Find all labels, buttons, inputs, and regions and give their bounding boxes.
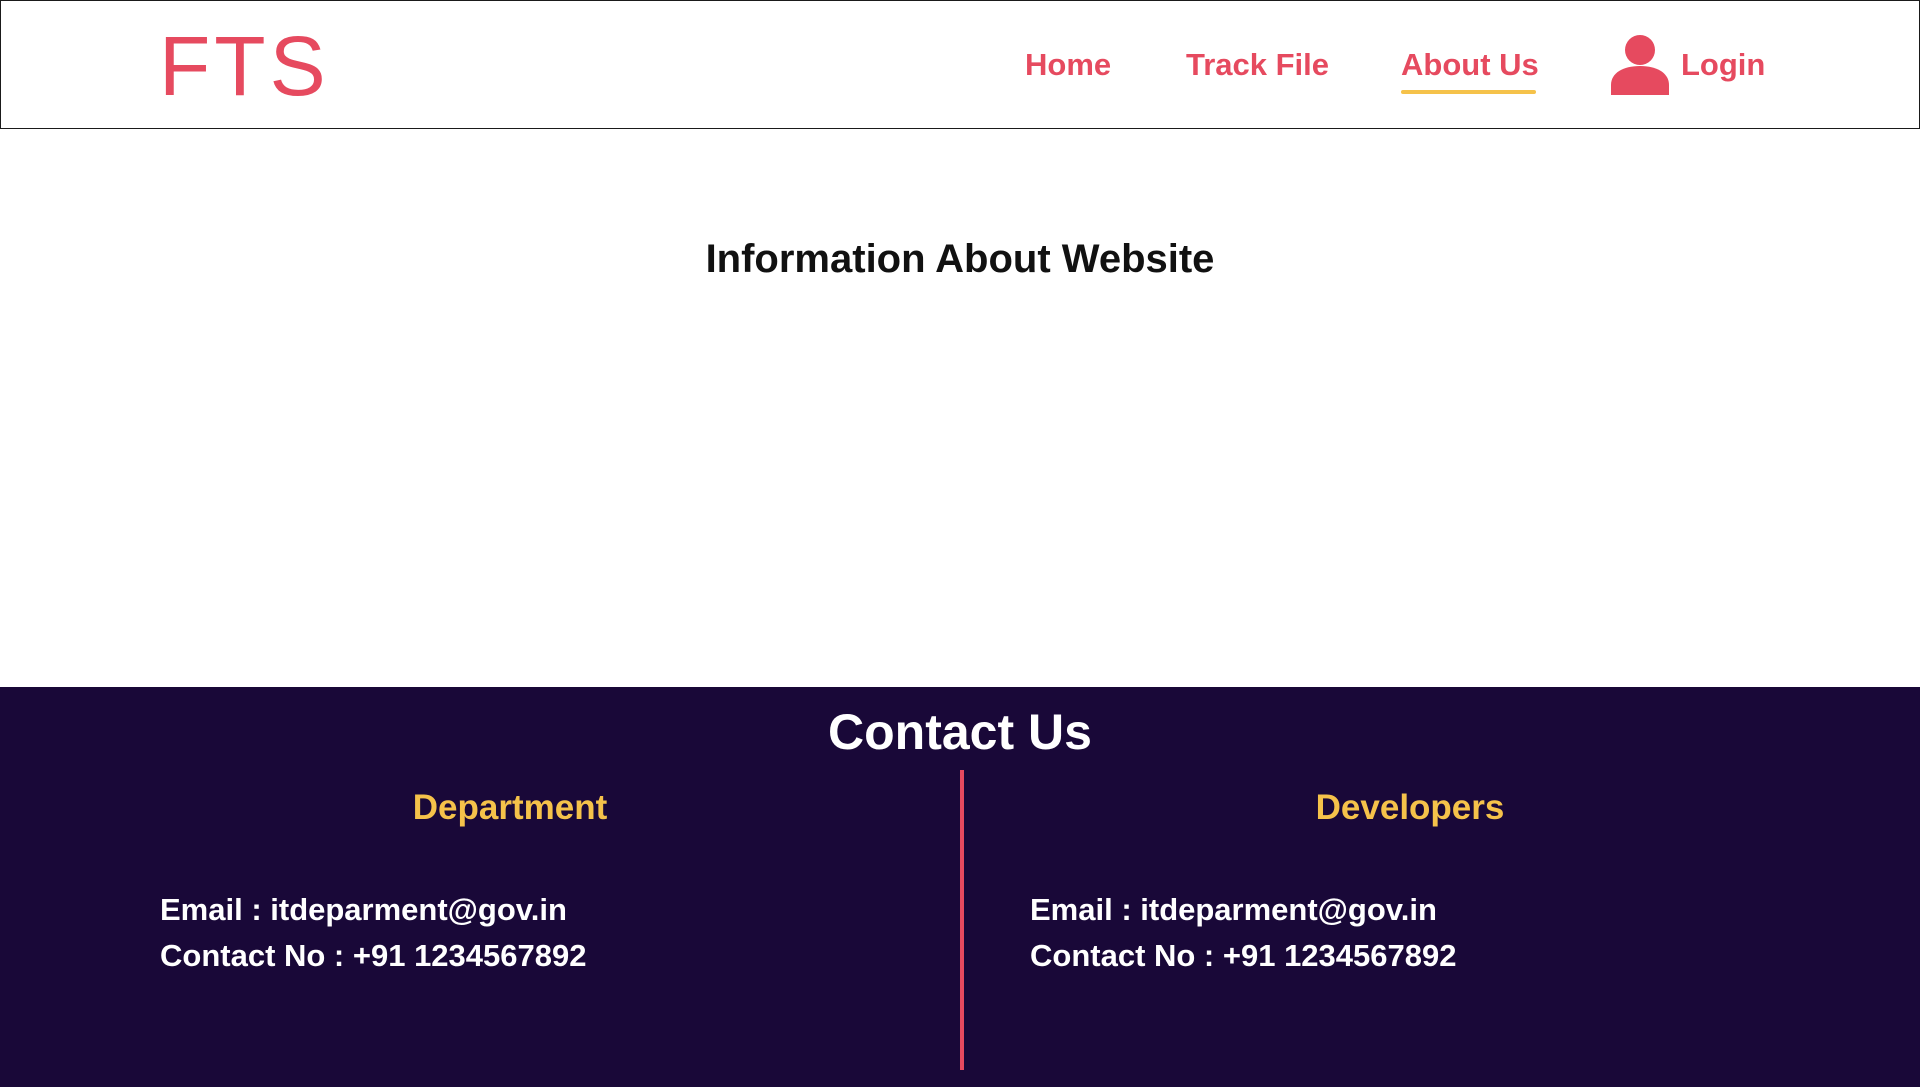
department-heading: Department [412,788,608,827]
nav-track-file-link[interactable]: Track File [1186,45,1329,85]
department-email: Email : itdeparment@gov.in [160,892,567,927]
top-navbar: FTS Home Track File About Us Login [0,0,1920,129]
column-divider [960,770,964,1070]
contact-footer: Contact Us Department Email : itdeparmen… [0,687,1920,1087]
page: FTS Home Track File About Us Login Infor… [0,0,1920,1087]
page-title: Information About Website [705,237,1215,281]
developers-email: Email : itdeparment@gov.in [1030,892,1437,927]
active-tab-underline [1401,90,1536,94]
nav-login-link[interactable]: Login [1681,45,1765,85]
department-contact-number: Contact No : +91 1234567892 [160,938,587,973]
contact-us-title: Contact Us [828,704,1092,760]
developers-contact-number: Contact No : +91 1234567892 [1030,938,1457,973]
user-icon[interactable] [1609,33,1671,95]
developers-heading: Developers [1315,788,1505,827]
nav-home-link[interactable]: Home [1025,45,1111,85]
nav-about-us-link[interactable]: About Us [1401,45,1539,85]
site-logo[interactable]: FTS [159,19,330,113]
